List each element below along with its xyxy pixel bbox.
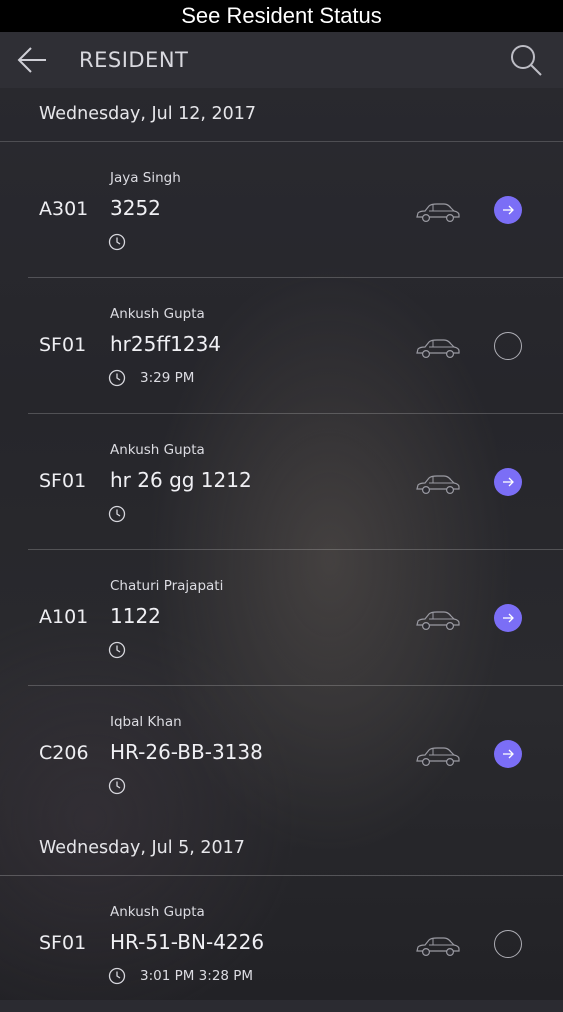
search-icon <box>511 45 542 76</box>
list-item[interactable]: SF01 Ankush Gupta hr 26 gg 1212 <box>0 414 563 550</box>
resident-name: Ankush Gupta <box>110 904 205 920</box>
car-icon <box>416 747 460 767</box>
clock-icon <box>108 967 126 985</box>
unit-number: SF01 <box>39 334 87 356</box>
timestamp: 3:29 PM <box>108 368 194 388</box>
app-bar: RESIDENT <box>0 32 563 88</box>
list-item[interactable]: A301 Jaya Singh 3252 <box>0 142 563 278</box>
vehicle-number: HR-26-BB-3138 <box>110 740 263 764</box>
resident-name: Ankush Gupta <box>110 306 205 322</box>
arrow-right-icon <box>503 205 514 215</box>
clock-icon <box>108 369 126 387</box>
back-button[interactable] <box>14 42 50 78</box>
vehicle-number: hr 26 gg 1212 <box>110 468 252 492</box>
status-active-button[interactable] <box>494 196 522 224</box>
list-item[interactable]: A101 Chaturi Prajapati 1122 <box>0 550 563 686</box>
car-icon <box>416 937 460 957</box>
arrow-right-icon <box>503 613 514 623</box>
status-empty-button[interactable] <box>494 332 522 360</box>
vehicle-number: hr25ff1234 <box>110 332 222 356</box>
search-button[interactable] <box>505 40 545 80</box>
car-icon <box>416 475 460 495</box>
time-text: 3:01 PM 3:28 PM <box>140 968 254 984</box>
date-header: Wednesday, Jul 5, 2017 <box>0 822 563 876</box>
unit-number: SF01 <box>39 470 87 492</box>
resident-name: Jaya Singh <box>110 170 181 186</box>
car-icon <box>416 611 460 631</box>
screenshot-caption: See Resident Status <box>0 0 563 32</box>
page-title: RESIDENT <box>79 48 189 72</box>
clock-icon <box>108 777 126 795</box>
list-item[interactable]: C206 Iqbal Khan HR-26-BB-3138 <box>0 686 563 822</box>
timestamp <box>108 232 140 252</box>
clock-icon <box>108 641 126 659</box>
unit-number: C206 <box>39 742 89 764</box>
arrow-left-icon <box>17 47 46 73</box>
vehicle-number: 3252 <box>110 196 161 220</box>
status-active-button[interactable] <box>494 604 522 632</box>
resident-name: Iqbal Khan <box>110 714 182 730</box>
resident-list[interactable]: Wednesday, Jul 12, 2017 A301 Jaya Singh 325… <box>0 88 563 1012</box>
unit-number: A301 <box>39 198 89 220</box>
timestamp <box>108 640 140 660</box>
list-item[interactable]: SF01 Ankush Gupta HR-51-BN-4226 3:01 PM 3:2… <box>0 876 563 1012</box>
car-icon <box>416 339 460 359</box>
timestamp: 3:01 PM 3:28 PM <box>108 966 253 986</box>
arrow-right-icon <box>503 749 514 759</box>
status-active-button[interactable] <box>494 468 522 496</box>
time-text: 3:29 PM <box>140 370 195 386</box>
unit-number: SF01 <box>39 932 87 954</box>
status-empty-button[interactable] <box>494 930 522 958</box>
timestamp <box>108 776 140 796</box>
status-active-button[interactable] <box>494 740 522 768</box>
resident-name: Ankush Gupta <box>110 442 205 458</box>
timestamp <box>108 504 140 524</box>
arrow-right-icon <box>503 477 514 487</box>
clock-icon <box>108 233 126 251</box>
date-header: Wednesday, Jul 12, 2017 <box>0 88 563 142</box>
vehicle-number: 1122 <box>110 604 161 628</box>
resident-name: Chaturi Prajapati <box>110 578 224 594</box>
unit-number: A101 <box>39 606 89 628</box>
car-icon <box>416 203 460 223</box>
list-item[interactable]: SF01 Ankush Gupta hr25ff1234 3:29 PM <box>0 278 563 414</box>
clock-icon <box>108 505 126 523</box>
vehicle-number: HR-51-BN-4226 <box>110 930 265 954</box>
